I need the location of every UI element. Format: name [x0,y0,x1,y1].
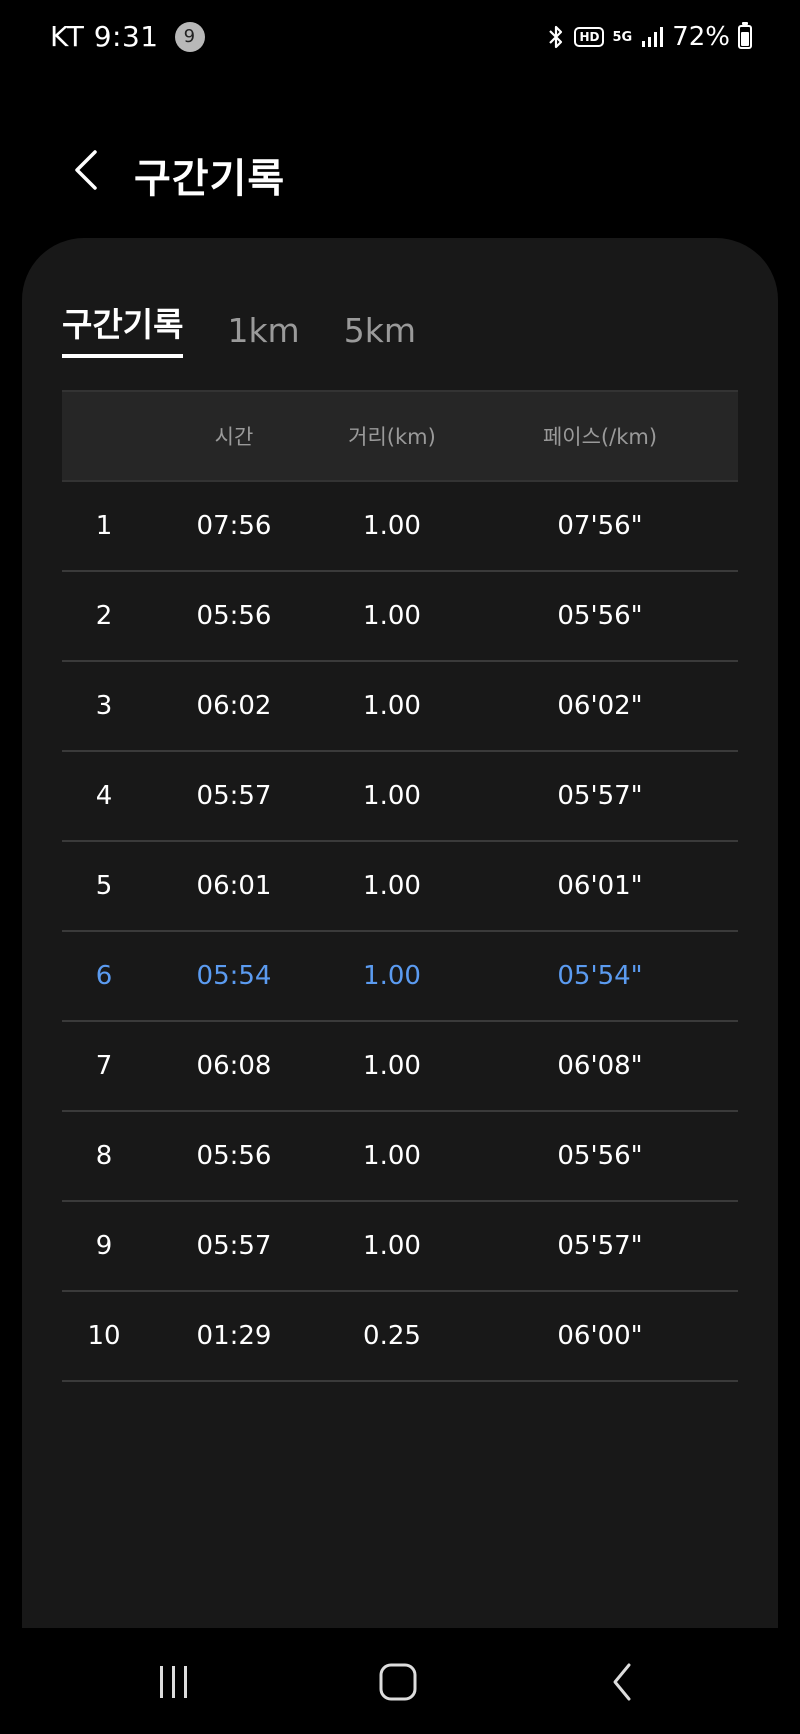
split-pace: 06'00" [557,1321,643,1351]
split-index: 4 [95,781,113,811]
split-pace: 07'56" [557,511,643,541]
bluetooth-icon [546,24,566,50]
split-time: 05:57 [196,1231,272,1261]
split-index: 7 [95,1051,113,1081]
split-index: 8 [95,1141,113,1171]
notification-count-badge: 9 [174,21,205,52]
split-distance: 1.00 [363,511,421,541]
split-index: 1 [95,511,113,541]
split-index: 10 [87,1321,121,1351]
split-time: 06:01 [196,871,272,901]
tab-5km[interactable]: 5km [344,311,416,358]
network-5g-icon: 5G [612,29,633,45]
screen: KT 9:31 9 HD 5G 72% 구간기록 구간기록 1km 5km 시간… [0,0,800,1734]
split-records-card: 구간기록 1km 5km 시간 거리(km) 페이스(/km) 1 07:56 … [22,238,778,1628]
split-index: 6 [95,961,113,991]
split-pace: 05'54" [557,961,643,991]
column-header-pace: 페이스(/km) [542,425,658,449]
split-distance: 1.00 [363,691,421,721]
table-row: 3 06:02 1.00 06'02" [62,662,738,752]
table-row: 10 01:29 0.25 06'00" [62,1292,738,1382]
back-button[interactable] [56,140,116,200]
tab-bar: 구간기록 1km 5km [62,298,416,358]
column-header-time: 시간 [214,425,254,449]
split-pace: 05'56" [557,601,643,631]
split-time: 05:56 [196,1141,272,1171]
status-left: KT 9:31 9 [50,20,205,53]
battery-icon [738,22,752,49]
split-index: 5 [95,871,113,901]
split-distance: 1.00 [363,781,421,811]
page-title: 구간기록 [134,156,286,202]
home-icon [379,1663,417,1701]
splits-table: 시간 거리(km) 페이스(/km) 1 07:56 1.00 07'56" 2… [62,390,738,1382]
system-back-button[interactable] [592,1654,652,1710]
split-distance: 1.00 [363,871,421,901]
split-pace: 05'57" [557,781,643,811]
navigation-bar [0,1628,800,1734]
split-time: 06:08 [196,1051,272,1081]
tab-1km[interactable]: 1km [227,311,299,358]
split-time: 05:56 [196,601,272,631]
split-time: 01:29 [196,1321,272,1351]
split-time: 07:56 [196,511,272,541]
split-distance: 1.00 [363,1141,421,1171]
signal-icon [640,25,664,49]
back-icon [613,1663,631,1701]
table-row-fastest: 6 05:54 1.00 05'54" [62,932,738,1022]
home-button[interactable] [368,1654,428,1710]
table-row: 5 06:01 1.00 06'01" [62,842,738,932]
table-header: 시간 거리(km) 페이스(/km) [62,390,738,482]
table-row: 8 05:56 1.00 05'56" [62,1112,738,1202]
recent-apps-button[interactable] [144,1654,204,1710]
status-bar: KT 9:31 9 HD 5G 72% [0,0,800,80]
split-pace: 05'57" [557,1231,643,1261]
split-index: 3 [95,691,113,721]
split-time: 05:54 [196,961,272,991]
split-pace: 06'02" [557,691,643,721]
table-row: 1 07:56 1.00 07'56" [62,482,738,572]
split-pace: 05'56" [557,1141,643,1171]
split-distance: 1.00 [363,1051,421,1081]
recent-apps-icon [160,1666,187,1698]
split-pace: 06'01" [557,871,643,901]
split-distance: 0.25 [363,1321,421,1351]
carrier-time: KT 9:31 [50,20,159,53]
split-pace: 06'08" [557,1051,643,1081]
split-index: 9 [95,1231,113,1261]
split-distance: 1.00 [363,601,421,631]
status-right: HD 5G 72% [546,22,752,52]
split-distance: 1.00 [363,961,421,991]
split-time: 05:57 [196,781,272,811]
split-time: 06:02 [196,691,272,721]
column-header-distance: 거리(km) [348,425,436,449]
split-distance: 1.00 [363,1231,421,1261]
header: 구간기록 [0,130,800,210]
table-row: 4 05:57 1.00 05'57" [62,752,738,842]
tab-split-records[interactable]: 구간기록 [62,298,184,358]
chevron-left-icon [75,150,97,190]
battery-percent: 72% [672,22,730,52]
table-row: 7 06:08 1.00 06'08" [62,1022,738,1112]
split-index: 2 [95,601,113,631]
table-row: 9 05:57 1.00 05'57" [62,1202,738,1292]
table-row: 2 05:56 1.00 05'56" [62,572,738,662]
hd-voice-icon: HD [574,27,605,47]
battery-fill [741,31,749,46]
